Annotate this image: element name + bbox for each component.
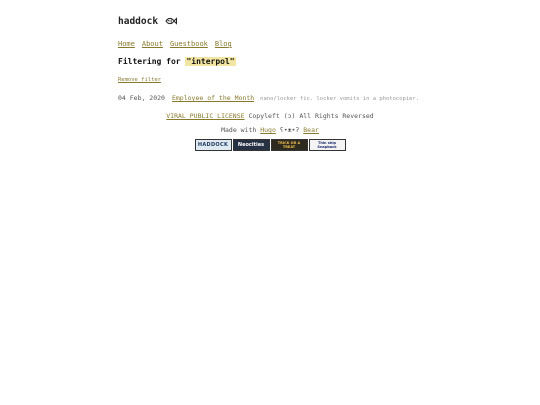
- made-with-text: Made with: [221, 126, 261, 134]
- license-line: VIRAL PUBLIC LICENSE Copyleft (ɔ) All Ri…: [0, 112, 540, 121]
- trick-or-treat-badge[interactable]: TRICK OR A TREAT: [270, 139, 308, 151]
- nav-item-home[interactable]: Home: [118, 40, 135, 48]
- site-title[interactable]: haddock: [118, 16, 158, 27]
- page-wrapper: haddock Home About Guestbook Blog Filter…: [118, 0, 448, 103]
- neocities-badge[interactable]: Neocities: [232, 139, 270, 151]
- nav-item-blog[interactable]: Blog: [215, 40, 232, 48]
- site-header: haddock: [118, 14, 448, 28]
- fish-icon: [165, 17, 178, 25]
- badge-row: HADDOCK Neocities TRICK OR A TREAT Thin …: [0, 139, 540, 151]
- snapback-badge[interactable]: Thin ship Snapback: [308, 139, 346, 151]
- copyleft-text: Copyleft (ɔ) All Rights Reversed: [244, 112, 374, 120]
- nav-item-about[interactable]: About: [142, 40, 163, 48]
- site-footer: VIRAL PUBLIC LICENSE Copyleft (ɔ) All Ri…: [0, 112, 540, 151]
- haddock-badge[interactable]: HADDOCK: [194, 139, 232, 151]
- post-list-item: 04 Feb, 2020 Employee of the Month nano/…: [118, 94, 448, 102]
- filter-heading: Filtering for "interpol": [118, 57, 448, 66]
- post-date: 04 Feb, 2020: [118, 94, 165, 102]
- post-summary: nano/locker fic. locker vomits in a phot…: [260, 96, 420, 102]
- filter-prefix: Filtering for: [118, 57, 186, 66]
- main-nav: Home About Guestbook Blog: [118, 40, 448, 48]
- license-link[interactable]: VIRAL PUBLIC LICENSE: [166, 112, 244, 120]
- remove-filter-link[interactable]: Remove filter: [118, 77, 161, 83]
- nav-item-guestbook[interactable]: Guestbook: [170, 40, 208, 48]
- bear-face-text: ʕ•ᴥ•ʔ: [275, 126, 304, 134]
- filter-term: "interpol": [185, 57, 236, 66]
- bear-link[interactable]: Bear: [303, 126, 319, 134]
- post-title-link[interactable]: Employee of the Month: [172, 94, 254, 102]
- hugo-link[interactable]: Hugo: [260, 126, 276, 134]
- made-with-line: Made with Hugo ʕ•ᴥ•ʔ Bear: [0, 126, 540, 135]
